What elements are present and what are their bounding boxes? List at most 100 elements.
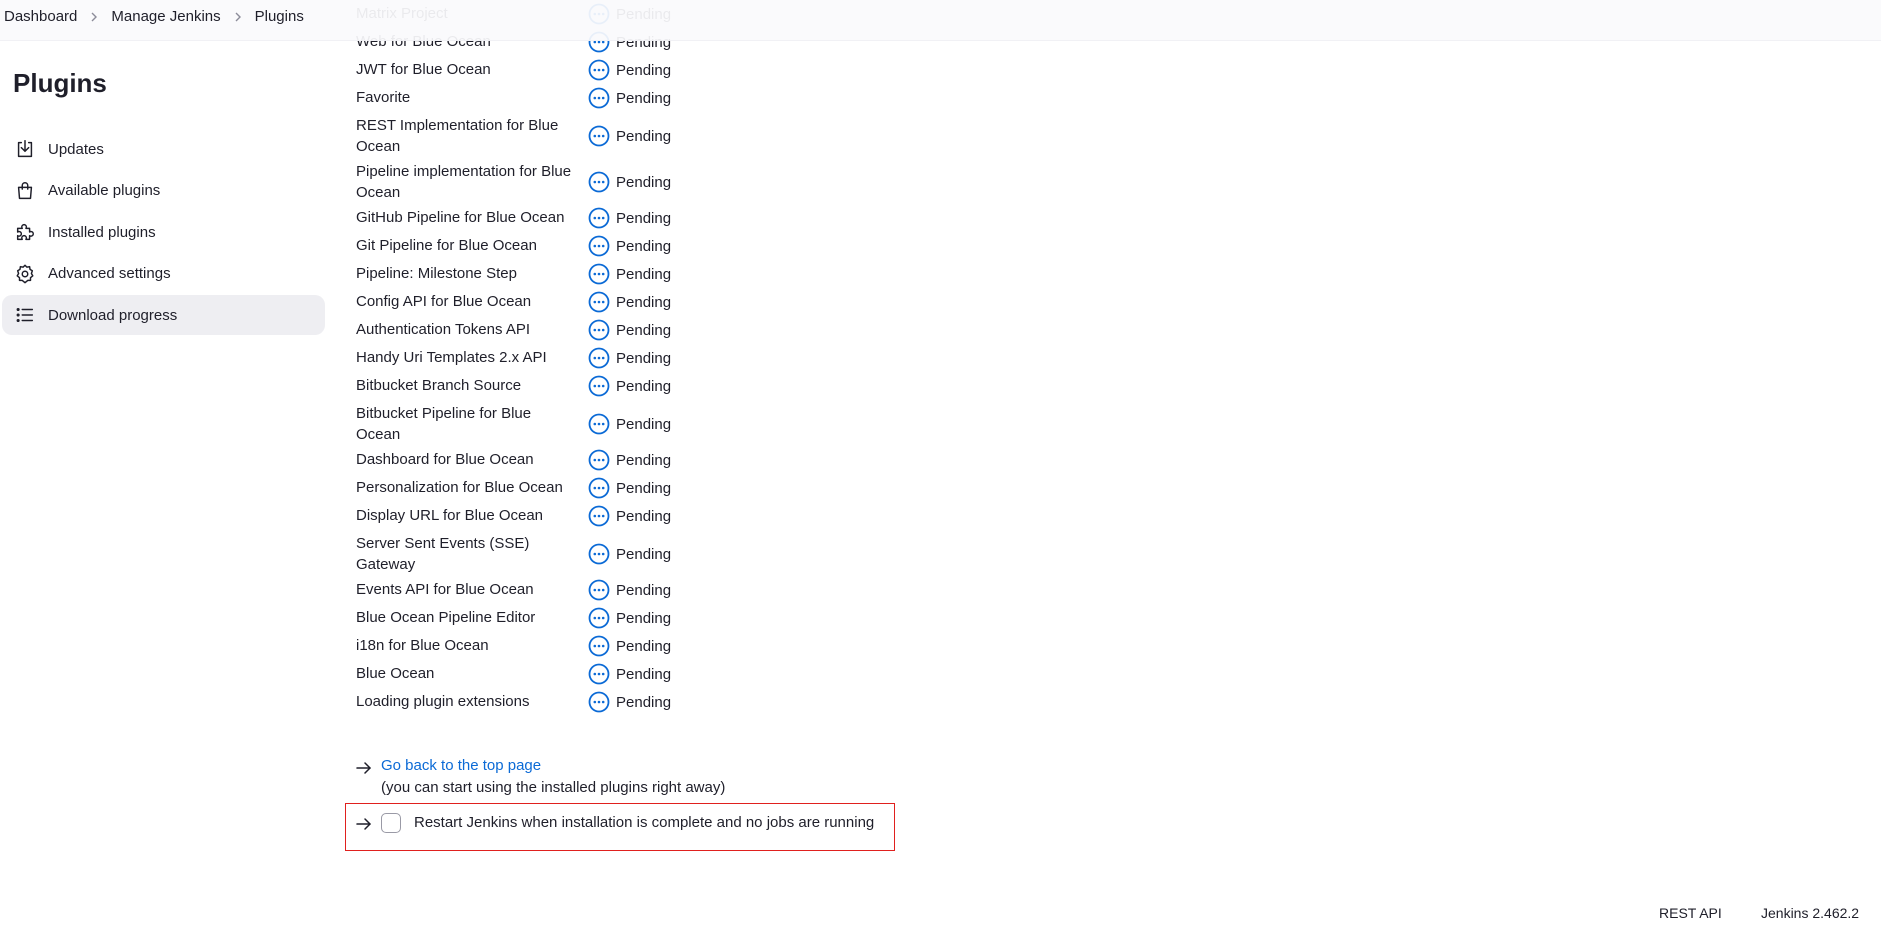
plugin-status: Pending [588,543,671,565]
list-icon [14,304,36,326]
plugin-status-text: Pending [616,61,672,79]
plugin-status-text: Pending [616,415,672,433]
plugin-status-text: Pending [616,237,672,255]
plugin-status: Pending [588,59,671,81]
sidebar-item-label: Installed plugins [48,223,156,241]
sidebar-item-installed-plugins[interactable]: Installed plugins [2,212,325,252]
plugin-status: Pending [588,263,671,285]
plugin-status: Pending [588,663,671,685]
sidebar-item-download-progress[interactable]: Download progress [2,295,325,335]
plugin-status-text: Pending [616,293,672,311]
plugin-status-text: Pending [616,173,672,191]
breadcrumb-dashboard[interactable]: Dashboard [4,8,77,25]
breadcrumb-plugins[interactable]: Plugins [255,8,304,25]
pending-icon [588,375,610,397]
plugin-name: Blue Ocean [356,665,435,682]
pending-icon [588,691,610,713]
plugin-name: Authentication Tokens API [356,321,531,338]
plugin-status: Pending [588,477,671,499]
plugin-name: Dashboard for Blue Ocean [356,451,534,468]
go-back-link[interactable]: Go back to the top page [381,757,541,774]
plugin-name: Handy Uri Templates 2.x API [356,349,547,366]
plugin-status-text: Pending [616,349,672,367]
plugin-status: Pending [588,579,671,601]
plugin-status-text: Pending [616,479,672,497]
shopping-bag-icon [14,180,36,202]
plugin-status-text: Pending [616,321,672,339]
puzzle-icon [14,221,36,243]
plugin-status: Pending [588,235,671,257]
plugin-name: Config API for Blue Ocean [356,293,532,310]
plugin-status: Pending [588,691,671,713]
rest-api-link[interactable]: REST API [1659,905,1722,921]
pending-icon [588,263,610,285]
plugin-status-text: Pending [616,127,672,145]
pending-icon [588,635,610,657]
sidebar-item-label: Available plugins [48,182,161,199]
pending-icon [588,477,610,499]
plugin-status: Pending [588,375,671,397]
plugin-status: Pending [588,291,671,313]
plugin-status: Pending [588,171,671,193]
plugin-name: GitHub Pipeline for Blue Ocean [356,209,565,226]
plugin-status-text: Pending [616,507,672,525]
breadcrumb-manage-jenkins[interactable]: Manage Jenkins [111,8,220,25]
plugin-status: Pending [588,413,671,435]
pending-icon [588,543,610,565]
plugin-status-text: Pending [616,609,672,627]
plugin-status: Pending [588,207,671,229]
plugin-status: Pending [588,347,671,369]
plugin-name: Favorite [356,89,411,106]
plugin-name: Loading plugin extensions [356,693,530,710]
sidebar-nav: Updates Available plugins Installed plug… [2,129,325,337]
plugin-status-text: Pending [616,545,672,563]
pending-icon [588,125,610,147]
plugin-status-text: Pending [616,377,672,395]
sidebar-item-advanced-settings[interactable]: Advanced settings [2,254,325,294]
chevron-right-icon [233,12,243,22]
plugin-status-text: Pending [616,693,672,711]
sidebar-item-label: Advanced settings [48,265,171,282]
plugin-status: Pending [588,125,671,147]
plugin-name: Events API for Blue Ocean [356,581,534,598]
pending-icon [588,347,610,369]
pending-icon [588,607,610,629]
pending-icon [588,319,610,341]
pending-icon [588,579,610,601]
pending-icon [588,413,610,435]
pending-icon [588,291,610,313]
jenkins-version-link[interactable]: Jenkins 2.462.2 [1761,905,1859,921]
plugin-name: Server Sent Events (SSE) Gateway [356,535,530,573]
sidebar-item-label: Updates [48,140,104,158]
gear-icon [14,263,36,285]
sidebar-item-available-plugins[interactable]: Available plugins [2,171,325,211]
plugin-status-text: Pending [616,581,672,599]
plugin-status: Pending [588,635,671,657]
restart-checkbox[interactable] [381,813,401,833]
plugin-status-text: Pending [616,209,672,227]
plugin-status: Pending [588,505,671,527]
chevron-right-icon [89,12,99,22]
plugin-name: i18n for Blue Ocean [356,637,489,654]
plugin-name: Pipeline implementation for Blue Ocean [356,163,572,201]
go-back-note: (you can start using the installed plugi… [381,779,726,796]
plugin-status-text: Pending [616,265,672,283]
plugin-name: REST Implementation for Blue Ocean [356,117,559,155]
breadcrumb: Dashboard Manage Jenkins Plugins [4,8,304,25]
plugin-name: Pipeline: Milestone Step [356,265,517,282]
plugin-name: Personalization for Blue Ocean [356,479,563,496]
plugin-name: JWT for Blue Ocean [356,61,491,78]
pending-icon [588,663,610,685]
plugin-status-text: Pending [616,665,672,683]
plugin-status: Pending [588,87,671,109]
sidebar-item-updates[interactable]: Updates [2,129,325,169]
pending-icon [588,449,610,471]
plugin-name: Bitbucket Branch Source [356,377,522,394]
restart-label[interactable]: Restart Jenkins when installation is com… [414,814,874,831]
page-title: Plugins [13,68,107,98]
download-icon [14,138,36,160]
plugin-status-text: Pending [616,637,672,655]
plugin-name: Git Pipeline for Blue Ocean [356,237,537,254]
plugin-name: Display URL for Blue Ocean [356,507,544,524]
pending-icon [588,207,610,229]
